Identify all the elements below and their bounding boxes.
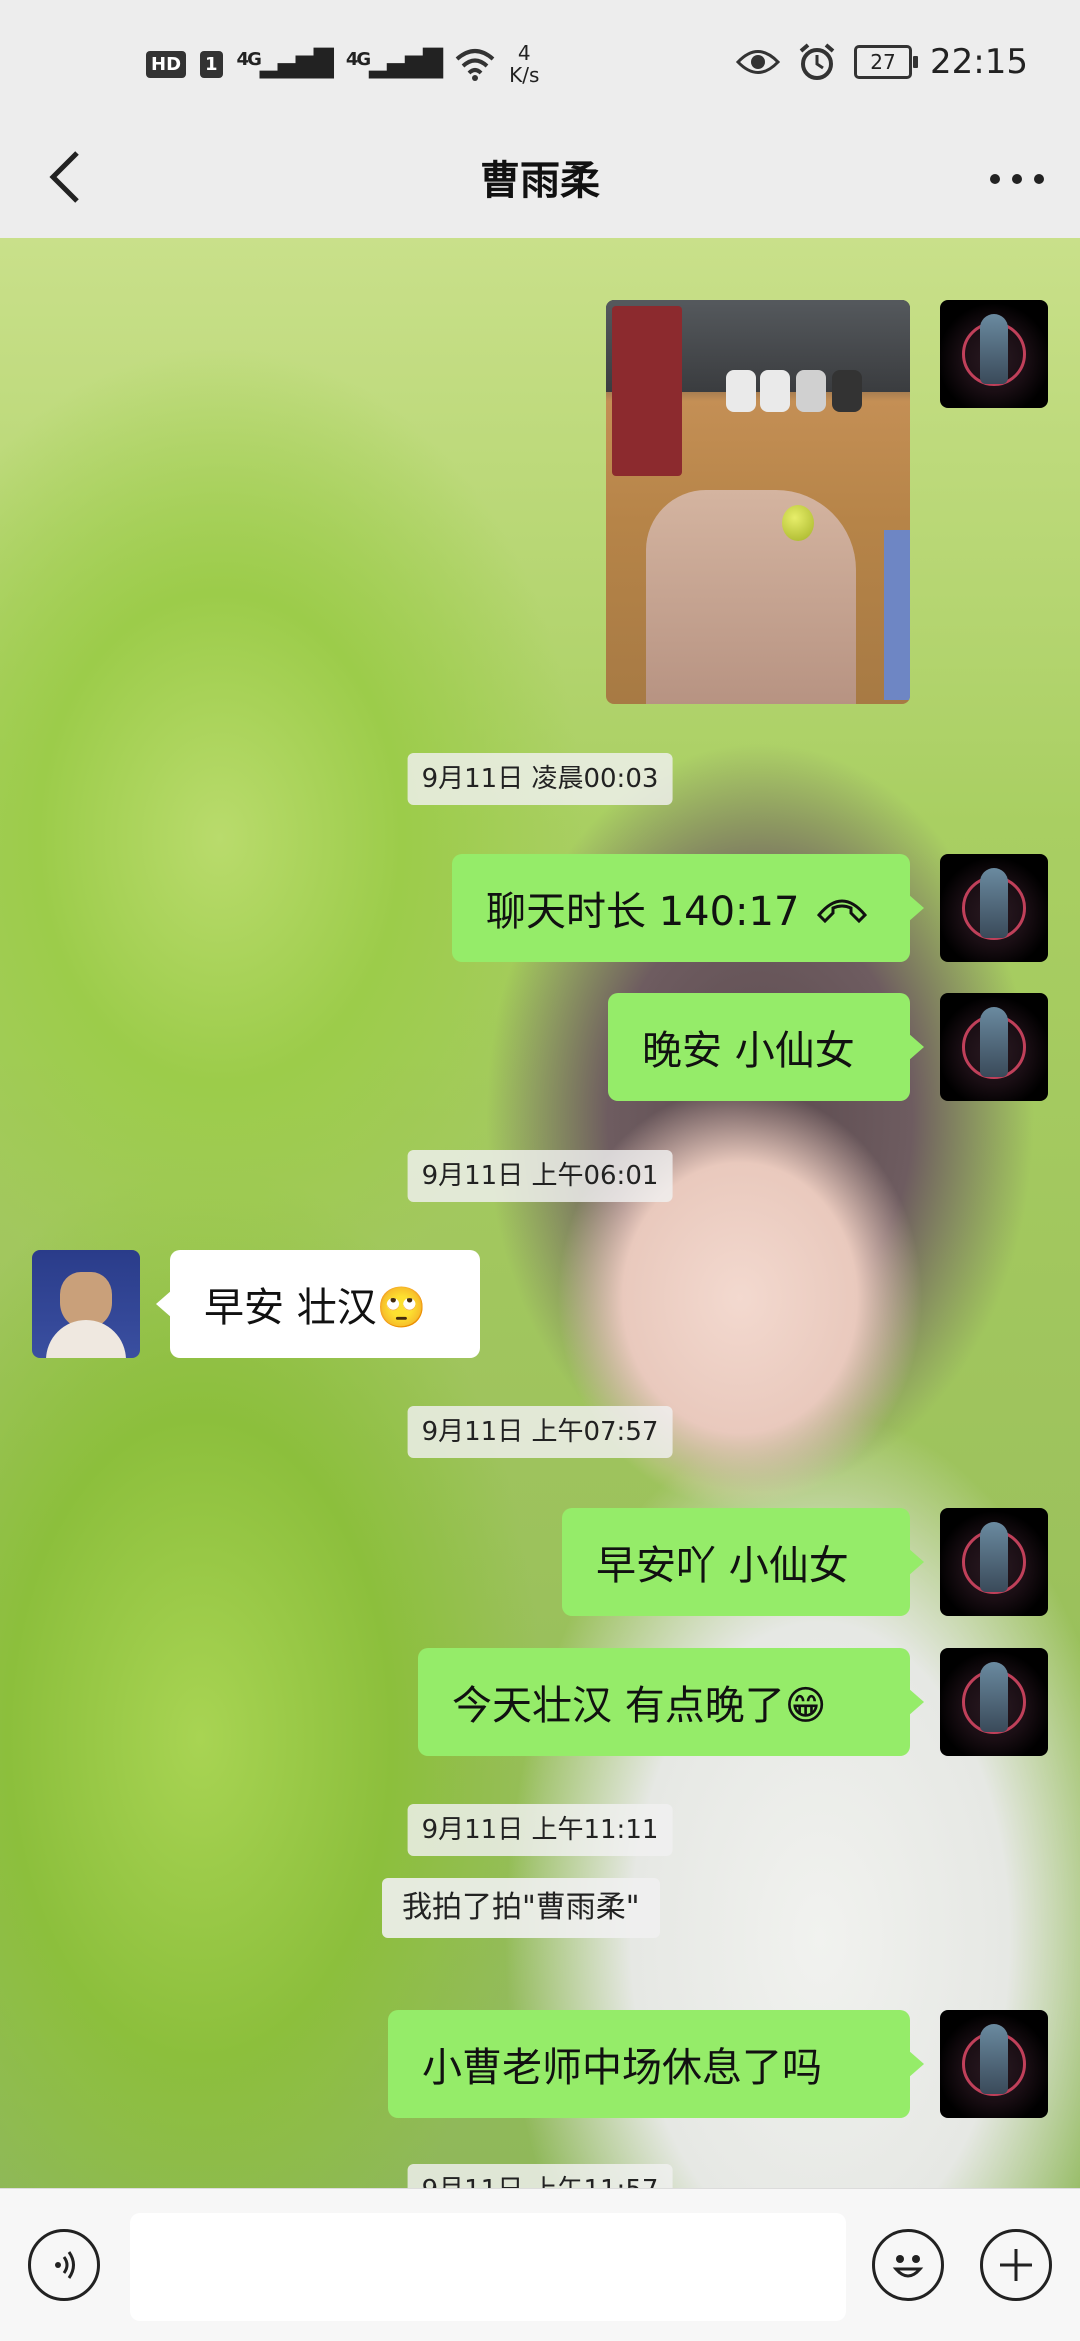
signal-2-label: 4G <box>345 49 371 70</box>
net-speed-unit: K/s <box>509 63 540 87</box>
input-bar <box>0 2188 1080 2341</box>
my-avatar[interactable] <box>940 2010 1048 2118</box>
voice-icon[interactable] <box>28 2229 100 2301</box>
timestamp: 9月11日 上午07:57 <box>407 1406 673 1458</box>
battery-icon: 27 <box>854 45 919 79</box>
message-input[interactable] <box>130 2213 846 2321</box>
more-options-icon[interactable] <box>982 144 1052 214</box>
plus-icon[interactable] <box>980 2229 1052 2301</box>
my-avatar[interactable] <box>940 1648 1048 1756</box>
status-bar: HD 1 4G▂▄▆█ 4G▂▄▆█ 4 K/s 27 22:15 <box>0 0 1080 120</box>
message-bubble[interactable]: 早安 壮汉🙄 <box>156 1250 480 1358</box>
message-text: 晚安 小仙女 <box>642 1028 855 1074</box>
timestamp: 9月11日 上午11:11 <box>407 1804 673 1856</box>
my-avatar[interactable] <box>940 993 1048 1101</box>
call-duration-text: 聊天时长 140:17 <box>486 889 800 935</box>
call-record-bubble[interactable]: 聊天时长 140:17 <box>452 854 924 962</box>
pat-notice: 我拍了拍"曹雨柔" <box>382 1878 660 1938</box>
message-bubble[interactable]: 小曹老师中场休息了吗 <box>388 2010 924 2118</box>
chat-title: 曹雨柔 <box>480 158 600 204</box>
battery-level: 27 <box>870 50 896 74</box>
contact-avatar[interactable] <box>32 1250 140 1358</box>
signal-1-label: 4G <box>236 49 262 70</box>
net-speed-value: 4 <box>517 41 531 65</box>
message-text: 小曹老师中场休息了吗 <box>422 2045 822 2091</box>
my-avatar[interactable] <box>940 854 1048 962</box>
image-message[interactable] <box>606 300 910 704</box>
timestamp: 9月11日 上午06:01 <box>407 1150 673 1202</box>
my-avatar[interactable] <box>940 300 1048 408</box>
message-text: 早安 壮汉🙄 <box>204 1285 427 1331</box>
timestamp: 9月11日 上午11:57 <box>407 2164 673 2188</box>
message-text: 早安吖 小仙女 <box>596 1543 849 1589</box>
message-text: 今天壮汉 有点晚了😁 <box>452 1683 827 1729</box>
message-bubble[interactable]: 晚安 小仙女 <box>608 993 924 1101</box>
hd-badge: HD <box>146 50 187 78</box>
alarm-icon <box>799 43 835 80</box>
chat-area[interactable]: 9月11日 凌晨00:03 聊天时长 140:17 晚安 小仙女 9月11日 上… <box>0 238 1080 2188</box>
sim-badge: 1 <box>200 50 223 78</box>
title-bar: 曹雨柔 <box>0 120 1080 238</box>
net-speed: 4 K/s <box>509 42 539 86</box>
my-avatar[interactable] <box>940 1508 1048 1616</box>
status-time: 22:15 <box>930 42 1028 82</box>
phone-hangup-icon <box>817 899 868 923</box>
wifi-icon <box>455 49 495 81</box>
signal-icon: 4G▂▄▆█ <box>236 49 334 79</box>
signal-icon: 4G▂▄▆█ <box>345 49 443 79</box>
timestamp: 9月11日 凌晨00:03 <box>407 753 673 805</box>
message-bubble[interactable]: 早安吖 小仙女 <box>562 1508 924 1616</box>
message-bubble[interactable]: 今天壮汉 有点晚了😁 <box>418 1648 924 1756</box>
emoji-icon[interactable] <box>872 2229 944 2301</box>
eye-icon <box>736 50 781 74</box>
